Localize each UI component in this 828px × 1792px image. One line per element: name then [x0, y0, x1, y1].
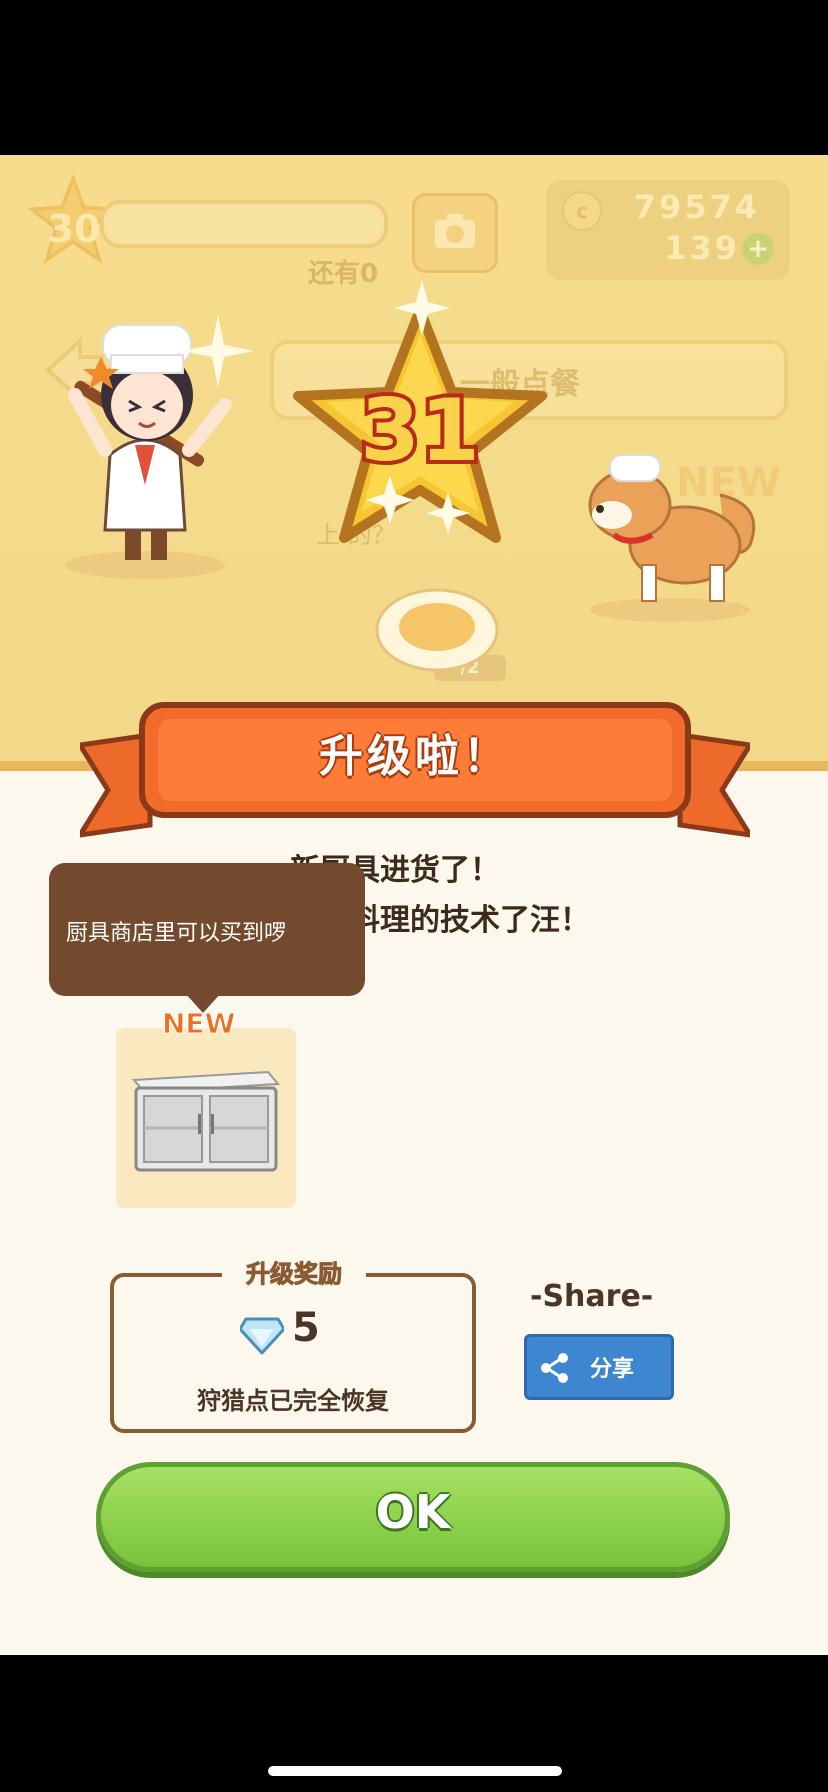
- add-gems-button[interactable]: +: [742, 233, 774, 265]
- reward-label: 升级奖励: [246, 1260, 343, 1289]
- camera-button[interactable]: [412, 193, 498, 273]
- gem-icon: [240, 1317, 284, 1355]
- tooltip-text: 厨具商店里可以买到啰: [66, 921, 287, 946]
- coin-count: 79574: [633, 188, 760, 226]
- xp-bar: [100, 200, 388, 248]
- sparkle-icon: [182, 315, 254, 387]
- dish-plate-icon: [375, 588, 499, 672]
- ok-button-label: OK: [375, 1485, 451, 1539]
- reward-gem-amount: 5: [292, 1305, 320, 1351]
- camera-icon: [435, 214, 475, 248]
- new-badge: NEW: [161, 1007, 236, 1041]
- share-icon: [541, 1353, 568, 1383]
- game-screen: 30 还有0 c 79574 139 + 一般点餐 上 的？ /2 NEW: [0, 155, 828, 1655]
- reward-description: 狩猎点已完全恢复: [197, 1387, 389, 1415]
- coin-icon: c: [562, 191, 602, 231]
- share-title: -Share-: [530, 1279, 654, 1314]
- new-level-number: 31: [360, 381, 480, 481]
- home-indicator[interactable]: [268, 1766, 562, 1776]
- display-cabinet-icon: [131, 1070, 281, 1172]
- share-button-label: 分享: [590, 1357, 635, 1382]
- shiba-dog-character: [588, 454, 756, 622]
- player-level: 30: [47, 207, 101, 251]
- gem-count: 139: [664, 229, 740, 267]
- new-level-star-icon: 31: [293, 280, 547, 543]
- level-up-title: 升级啦！: [319, 731, 511, 782]
